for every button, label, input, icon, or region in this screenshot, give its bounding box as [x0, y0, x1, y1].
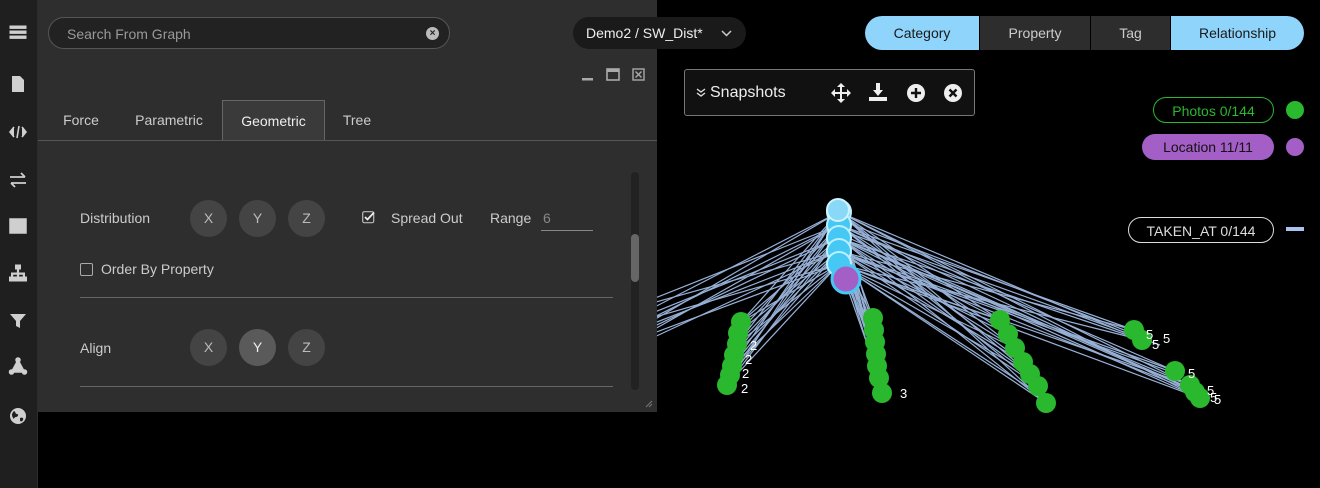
mode-relationship-button[interactable]: Relationship — [1171, 16, 1304, 50]
range-input[interactable]: 6 — [543, 210, 551, 226]
table-icon[interactable] — [6, 214, 30, 238]
tab-tree[interactable]: Tree — [332, 100, 382, 140]
transfer-icon[interactable] — [6, 168, 30, 192]
hub-node — [826, 198, 850, 222]
close-snapshot-icon[interactable] — [943, 83, 963, 103]
node-label: 5 — [1163, 331, 1170, 346]
range-label: Range — [490, 210, 532, 226]
tab-force[interactable]: Force — [48, 100, 114, 140]
snapshots-bar: Snapshots — [684, 69, 975, 116]
node-label: 5 — [1188, 366, 1195, 381]
snapshots-title: Snapshots — [710, 84, 786, 101]
legend-location-dot — [1286, 138, 1304, 156]
photo-node — [1028, 376, 1048, 396]
legend-taken-at-line — [1286, 227, 1304, 231]
photo-node — [1165, 361, 1185, 381]
menu-icon[interactable] — [6, 20, 30, 44]
node-label: 2 — [742, 366, 749, 381]
node-label: 3 — [900, 386, 907, 401]
edge-line — [737, 250, 840, 334]
search-input[interactable] — [65, 24, 409, 44]
location-node — [830, 263, 862, 295]
node-label: 2 — [741, 381, 748, 396]
photo-node — [872, 383, 892, 403]
edge-line — [726, 211, 840, 386]
section-divider — [80, 297, 613, 298]
photo-node — [717, 375, 737, 395]
node-labels: 111222235555555 — [592, 326, 1221, 407]
legend-taken-at[interactable]: TAKEN_AT 0/144 — [1128, 217, 1274, 243]
hierarchy-icon[interactable] — [6, 261, 30, 285]
add-snapshot-icon[interactable] — [906, 83, 926, 103]
search-bar: × — [48, 17, 450, 49]
collapse-chevron-icon[interactable] — [696, 88, 706, 98]
photo-nodes — [567, 302, 1210, 413]
globe-icon[interactable] — [6, 404, 30, 428]
distribution-y-button[interactable]: Y — [239, 200, 276, 237]
close-panel-icon[interactable] — [632, 68, 645, 81]
range-underline — [541, 230, 593, 231]
graph-edges — [576, 211, 1206, 404]
align-x-button[interactable]: X — [190, 329, 227, 366]
spread-out-checkbox[interactable] — [362, 211, 375, 224]
distribution-label: Distribution — [80, 210, 151, 226]
distribution-z-button[interactable]: Z — [288, 200, 325, 237]
move-icon[interactable] — [830, 82, 852, 104]
download-icon[interactable] — [868, 82, 888, 102]
code-icon[interactable] — [6, 120, 30, 144]
photo-node — [1036, 393, 1056, 413]
spread-out-label: Spread Out — [391, 210, 463, 226]
order-by-property-label: Order By Property — [101, 261, 214, 277]
align-label: Align — [80, 340, 112, 356]
maximize-icon[interactable] — [606, 68, 620, 81]
node-label: 5 — [1152, 337, 1159, 352]
layout-tabs: Force Parametric Geometric Tree — [38, 100, 657, 141]
node-label: 2 — [750, 338, 757, 353]
panel-scrollbar-thumb[interactable] — [631, 234, 639, 282]
legend-photos[interactable]: Photos 0/144 — [1153, 97, 1274, 123]
workspace-label: Demo2 / SW_Dist* — [586, 25, 703, 41]
network-icon[interactable] — [6, 354, 30, 378]
edge-line — [731, 211, 840, 367]
layout-panel — [38, 0, 657, 412]
panel-window-controls — [582, 68, 645, 81]
mode-tag-button[interactable]: Tag — [1091, 16, 1170, 50]
node-label: 2 — [745, 352, 752, 367]
order-by-property-checkbox[interactable] — [80, 263, 93, 276]
align-y-button[interactable]: Y — [239, 329, 276, 366]
tab-geometric[interactable]: Geometric — [222, 100, 325, 140]
legend-location[interactable]: Location 11/11 — [1142, 134, 1274, 160]
chevron-down-icon — [721, 30, 732, 37]
resize-handle-icon[interactable] — [645, 400, 653, 408]
section-divider — [80, 386, 613, 387]
distribution-x-button[interactable]: X — [190, 200, 227, 237]
minimize-icon[interactable] — [582, 78, 593, 81]
tab-parametric[interactable]: Parametric — [124, 100, 214, 140]
mode-category-button[interactable]: Category — [865, 16, 979, 50]
clear-search-icon[interactable]: × — [426, 27, 439, 40]
mode-property-button[interactable]: Property — [980, 16, 1090, 50]
node-label: 5 — [1214, 392, 1221, 407]
file-icon[interactable] — [6, 72, 30, 96]
align-z-button[interactable]: Z — [288, 329, 325, 366]
workspace-selector[interactable]: Demo2 / SW_Dist* — [573, 17, 746, 49]
legend-photos-dot — [1286, 101, 1304, 119]
sidebar — [0, 0, 38, 488]
filter-icon[interactable] — [6, 309, 30, 333]
